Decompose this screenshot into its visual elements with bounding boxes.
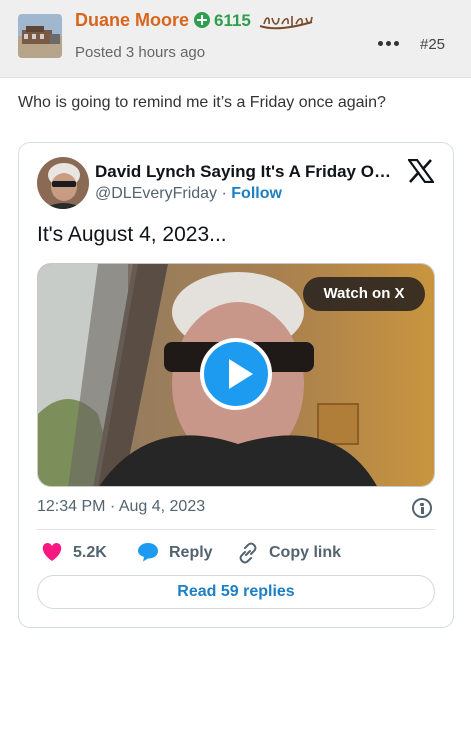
divider [37,529,435,530]
tweet-author-avatar[interactable] [37,157,89,209]
embedded-tweet[interactable]: David Lynch Saying It's A Friday On... @… [18,142,454,628]
tweet-text: It's August 4, 2023... [37,223,227,246]
tweet-timestamp[interactable]: 12:34 PM · Aug 4, 2023 [37,498,205,516]
reputation-count: 6115 [214,11,251,30]
member-badge-icon [258,12,314,39]
copy-link-label: Copy link [269,544,342,561]
x-logo-icon[interactable] [406,158,436,184]
more-options-button[interactable] [378,38,400,48]
info-icon[interactable] [412,498,432,518]
author-avatar[interactable] [18,14,62,58]
tweet-handle-line: @DLEveryFriday · Follow [95,185,282,203]
tweet-display-name[interactable]: David Lynch Saying It's A Friday On... [95,162,395,182]
post-body-text: Who is going to remind me it’s a Friday … [18,94,386,111]
reply-label: Reply [169,544,213,561]
handle-separator: · [217,185,232,202]
speech-bubble-icon [137,542,159,567]
posted-time: Posted 3 hours ago [75,44,206,61]
tweet-handle[interactable]: @DLEveryFriday [95,185,217,202]
author-name[interactable]: Duane Moore [75,10,189,31]
heart-icon [41,542,63,567]
follow-link[interactable]: Follow [231,185,282,202]
post-header: Duane Moore 6115 Posted 3 hours ago #25 [0,0,471,78]
likes-count: 5.2K [73,544,107,561]
link-icon [237,542,259,569]
watch-on-x-button[interactable]: Watch on X [303,277,425,311]
post-number-link[interactable]: #25 [420,36,445,53]
read-replies-button[interactable]: Read 59 replies [37,575,435,609]
plus-circle-icon [194,12,210,28]
play-icon[interactable] [200,338,272,410]
